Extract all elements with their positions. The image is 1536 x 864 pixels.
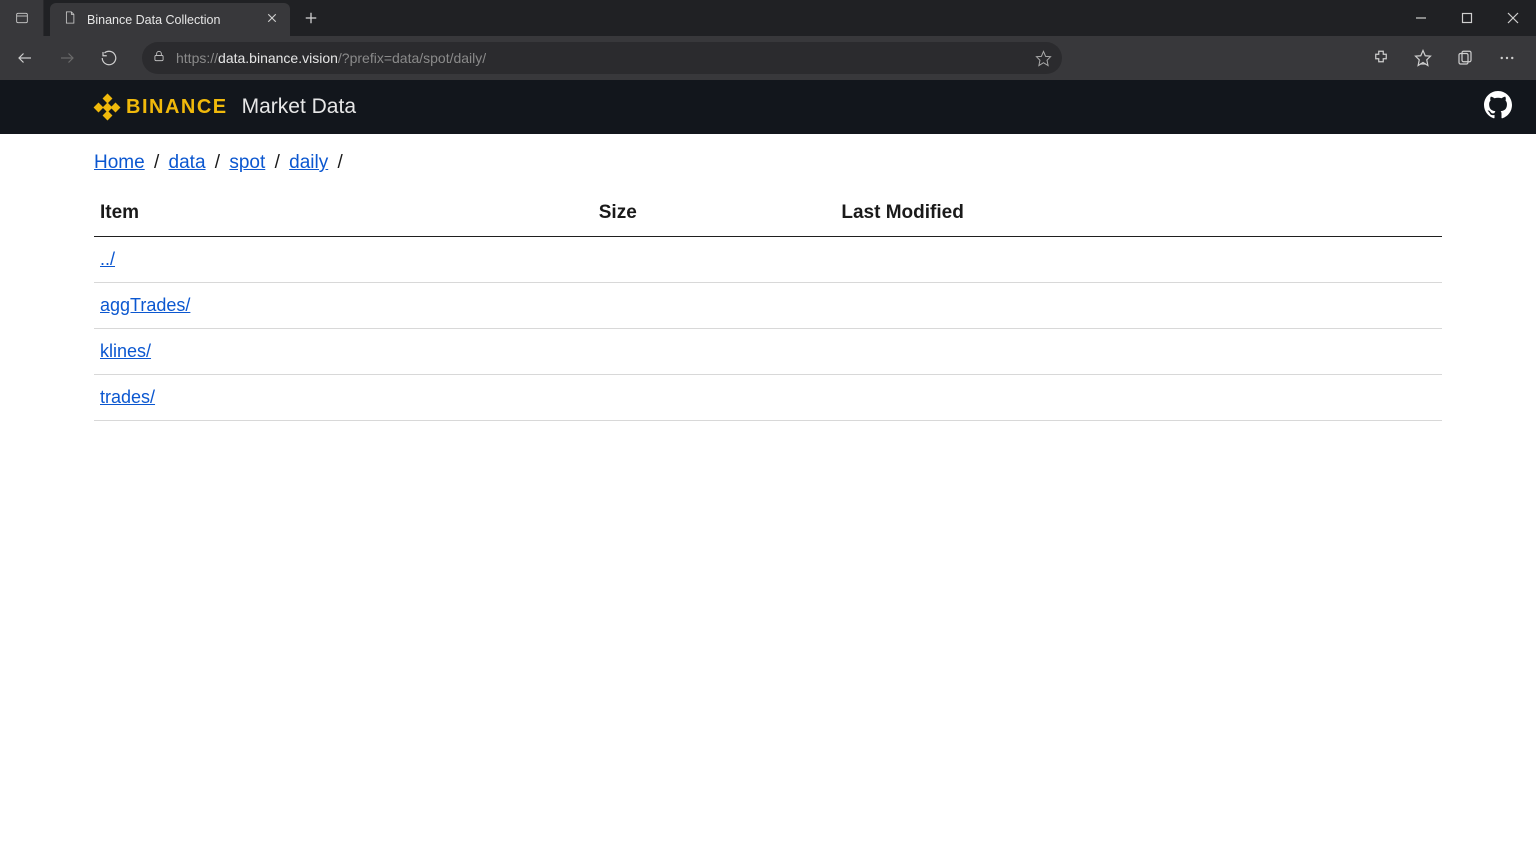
more-button[interactable] xyxy=(1488,40,1526,76)
cell-modified xyxy=(835,375,1442,421)
site-header: BINANCE Market Data xyxy=(0,80,1536,134)
cell-modified xyxy=(835,329,1442,375)
binance-logo-link[interactable]: BINANCE xyxy=(94,94,228,120)
url-text: https://data.binance.vision/?prefix=data… xyxy=(176,50,486,66)
col-size: Size xyxy=(593,192,836,237)
item-link[interactable]: aggTrades/ xyxy=(100,295,190,315)
table-row: ../ xyxy=(94,237,1442,283)
browser-tabstrip: Binance Data Collection xyxy=(0,0,1536,36)
brand-word: BINANCE xyxy=(126,96,228,119)
breadcrumb-daily[interactable]: daily xyxy=(289,152,328,173)
forward-button[interactable] xyxy=(48,40,86,76)
item-link-parent[interactable]: ../ xyxy=(100,249,115,269)
close-tab-button[interactable] xyxy=(266,11,278,29)
breadcrumb: Home / data / spot / daily / xyxy=(94,152,1442,174)
col-last-modified: Last Modified xyxy=(835,192,1442,237)
github-icon xyxy=(1484,91,1512,119)
breadcrumb-data[interactable]: data xyxy=(169,152,206,173)
address-bar[interactable]: https://data.binance.vision/?prefix=data… xyxy=(142,42,1062,74)
cell-size xyxy=(593,329,836,375)
window-minimize-button[interactable] xyxy=(1398,0,1444,36)
extensions-button[interactable] xyxy=(1362,40,1400,76)
url-protocol: https xyxy=(176,50,206,66)
back-button[interactable] xyxy=(6,40,44,76)
page-content: Home / data / spot / daily / Item Size L… xyxy=(0,134,1536,421)
url-host: data.binance.vision xyxy=(218,50,338,66)
page-icon xyxy=(62,10,77,30)
new-tab-button[interactable] xyxy=(294,0,328,36)
browser-toolbar: https://data.binance.vision/?prefix=data… xyxy=(0,36,1536,80)
add-favorite-button[interactable] xyxy=(1035,50,1052,67)
cell-size xyxy=(593,375,836,421)
window-maximize-button[interactable] xyxy=(1444,0,1490,36)
reload-button[interactable] xyxy=(90,40,128,76)
cell-size xyxy=(593,283,836,329)
binance-logo-icon xyxy=(94,94,120,120)
listing-table: Item Size Last Modified ../ aggTrades/ k… xyxy=(94,192,1442,421)
page-title: Market Data xyxy=(242,95,356,119)
table-row: klines/ xyxy=(94,329,1442,375)
table-row: aggTrades/ xyxy=(94,283,1442,329)
item-link[interactable]: klines/ xyxy=(100,341,151,361)
tab-actions-button[interactable] xyxy=(0,0,44,36)
lock-icon xyxy=(152,49,166,68)
github-link[interactable] xyxy=(1484,91,1512,124)
col-item: Item xyxy=(94,192,593,237)
table-row: trades/ xyxy=(94,375,1442,421)
cell-modified xyxy=(835,283,1442,329)
window-controls xyxy=(1398,0,1536,36)
cell-size xyxy=(593,237,836,283)
window-close-button[interactable] xyxy=(1490,0,1536,36)
breadcrumb-home[interactable]: Home xyxy=(94,152,145,173)
collections-button[interactable] xyxy=(1446,40,1484,76)
tab-title: Binance Data Collection xyxy=(87,13,256,27)
item-link[interactable]: trades/ xyxy=(100,387,155,407)
favorites-button[interactable] xyxy=(1404,40,1442,76)
cell-modified xyxy=(835,237,1442,283)
tab-active[interactable]: Binance Data Collection xyxy=(50,3,290,36)
table-header-row: Item Size Last Modified xyxy=(94,192,1442,237)
url-path: /?prefix=data/spot/daily/ xyxy=(338,50,486,66)
breadcrumb-spot[interactable]: spot xyxy=(229,152,265,173)
